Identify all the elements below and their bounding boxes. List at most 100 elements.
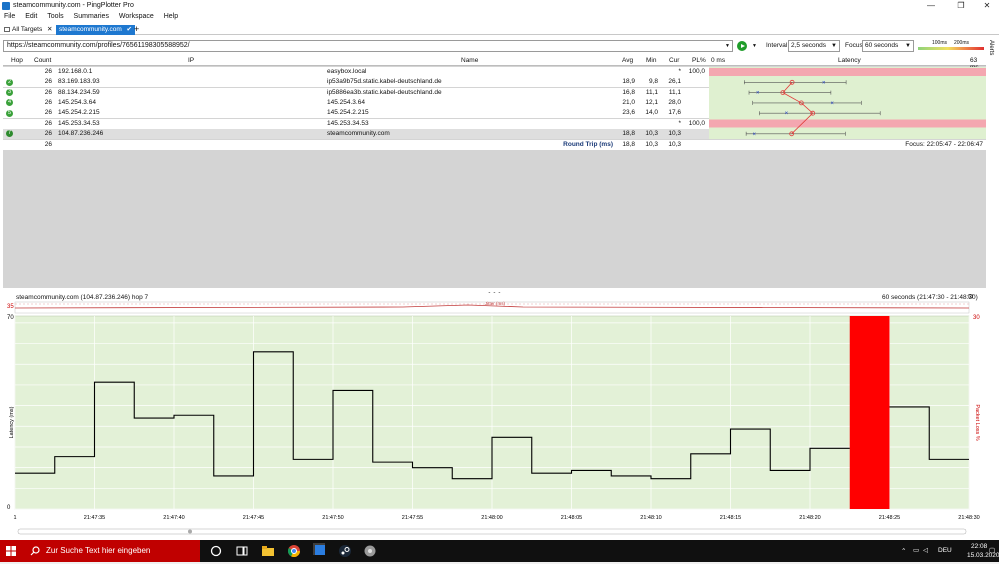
menu-file[interactable]: File xyxy=(4,13,15,20)
cell-avg: 23,6 xyxy=(622,109,635,117)
close-tab-icon[interactable]: ✕ xyxy=(47,26,52,33)
chevron-up-icon[interactable]: ⌃ xyxy=(901,547,911,555)
hop-badge: 3 xyxy=(6,89,13,97)
language-indicator[interactable]: DEU xyxy=(938,547,952,554)
taskbar-search[interactable]: Zur Suche Text hier eingeben xyxy=(22,540,200,562)
trace-row[interactable]: 4 26 145.254.3.64 145.254.3.64 21,0 12,1 28,0 xyxy=(3,97,709,108)
tab-all-targets[interactable]: All Targets ✕ xyxy=(1,25,56,35)
cell-avg: 18,8 xyxy=(622,129,635,137)
trace-row[interactable]: 26 192.168.0.1 easybox.local * 100,0 xyxy=(3,67,709,77)
cell-name: 145.253.34.53 xyxy=(327,119,369,127)
cell-ip: 104.87.236.246 xyxy=(58,129,104,137)
legend-100ms: 100ms xyxy=(932,40,948,46)
focus-select[interactable]: 60 seconds ▼ xyxy=(862,40,914,52)
volume-icon[interactable]: ◁ xyxy=(923,546,928,554)
start-button[interactable] xyxy=(0,540,22,562)
pingplotter-taskbar-icon[interactable] xyxy=(313,543,325,555)
col-name[interactable]: Name xyxy=(461,57,478,64)
cell-count: 26 xyxy=(44,98,52,106)
play-icon[interactable] xyxy=(737,41,747,51)
x-tick-label: 21:48:30 xyxy=(958,515,979,521)
add-tab-button[interactable]: + xyxy=(131,25,142,35)
col-ip[interactable]: IP xyxy=(188,57,194,64)
cell-min: 9,8 xyxy=(648,78,658,86)
cell-ip: 145.254.2.215 xyxy=(58,109,100,117)
cell-ip: 145.253.34.53 xyxy=(58,119,100,127)
maximize-button[interactable]: ❐ xyxy=(949,0,973,12)
summary-focus: Focus: 22:05:47 - 22:06:47 xyxy=(905,141,983,148)
network-icon[interactable]: ▭ xyxy=(913,546,919,554)
chevron-down-icon[interactable]: ▼ xyxy=(725,43,730,49)
current-marker: × xyxy=(830,101,834,107)
trace-row[interactable]: 7 26 104.87.236.246 steamcommunity.com 18,8 1… xyxy=(3,128,709,139)
col-hop[interactable]: Hop xyxy=(11,57,23,64)
trace-row[interactable]: 2 26 83.169.183.93 ip53a9b75d.static.kabel-… xyxy=(3,77,709,88)
trace-row[interactable]: 26 145.253.34.53 145.253.34.53 * 100,0 xyxy=(3,118,709,129)
menu-summaries[interactable]: Summaries xyxy=(74,13,109,20)
cell-count: 26 xyxy=(44,68,52,75)
x-tick-label: 21:48:00 xyxy=(481,515,502,521)
steam-icon[interactable] xyxy=(339,545,351,557)
cell-count: 26 xyxy=(44,88,52,96)
packet-loss-bar xyxy=(709,119,986,128)
cell-name: 145.254.3.64 xyxy=(327,98,365,106)
cell-pl: 100,0 xyxy=(688,68,705,75)
cell-name: steamcommunity.com xyxy=(327,129,390,137)
notification-icon[interactable]: ▢ xyxy=(989,546,995,554)
cortana-icon[interactable] xyxy=(210,545,222,557)
cell-ip: 88.134.234.59 xyxy=(58,88,100,96)
alerts-sidebar[interactable]: Alerts xyxy=(986,36,999,536)
close-button[interactable]: ✕ xyxy=(975,0,999,12)
col-cur[interactable]: Cur xyxy=(669,57,679,64)
clock-time[interactable]: 22:08 xyxy=(971,543,987,550)
play-dropdown-icon[interactable]: ▼ xyxy=(752,43,757,49)
cell-min: 12,1 xyxy=(645,98,658,106)
round-trip-summary: 26 Round Trip (ms) 18,8 10,3 10,3 Focus:… xyxy=(3,140,986,150)
target-url-input[interactable]: https://steamcommunity.com/profiles/7656… xyxy=(3,40,733,52)
cell-name: ip5886ea3b.static.kabel-deutschland.de xyxy=(327,88,442,96)
current-marker: × xyxy=(822,80,826,86)
x-tick-label: 21:47:55 xyxy=(402,515,423,521)
col-avg[interactable]: Avg xyxy=(622,57,633,64)
interval-select[interactable]: 2,5 seconds ▼ xyxy=(788,40,840,52)
file-explorer-icon[interactable] xyxy=(262,545,274,557)
y-axis-max-label: 70 xyxy=(7,315,14,321)
trace-row[interactable]: 5 26 145.254.2.215 145.254.2.215 23,6 14,0 17,… xyxy=(3,108,709,119)
task-view-icon[interactable] xyxy=(236,545,248,557)
list-icon xyxy=(4,27,10,32)
window-title: steamcommunity.com - PingPlotter Pro xyxy=(13,2,134,9)
chrome-icon[interactable] xyxy=(288,545,300,557)
col-pl[interactable]: PL% xyxy=(692,57,706,64)
focus-label: Focus xyxy=(845,42,863,49)
target-toolbar: https://steamcommunity.com/profiles/7656… xyxy=(0,38,999,54)
app-icon[interactable] xyxy=(364,545,376,557)
pingplotter-app-icon xyxy=(2,2,10,10)
menu-edit[interactable]: Edit xyxy=(25,13,37,20)
cell-avg: 18,9 xyxy=(622,78,635,86)
tab-steamcommunity[interactable]: steamcommunity.com ✔ xyxy=(56,25,135,35)
col-min[interactable]: Min xyxy=(646,57,656,64)
menu-help[interactable]: Help xyxy=(164,13,178,20)
jitter-label: Jitter (ms) xyxy=(485,301,505,306)
cell-count: 26 xyxy=(44,129,52,137)
windows-logo-icon xyxy=(6,546,16,556)
summary-avg: 18,8 xyxy=(622,141,635,148)
menu-tools[interactable]: Tools xyxy=(47,13,63,20)
hop-badge: 4 xyxy=(6,99,13,107)
summary-min: 10,3 xyxy=(645,141,658,148)
cell-cur: 28,0 xyxy=(668,98,681,106)
cell-avg: 16,8 xyxy=(622,88,635,96)
col-count[interactable]: Count xyxy=(34,57,51,64)
cell-cur: * xyxy=(678,119,681,127)
trace-row[interactable]: 3 26 88.134.234.59 ip5886ea3b.static.kabel-… xyxy=(3,87,709,98)
x-tick-label: 21:47:35 xyxy=(84,515,105,521)
minimize-button[interactable]: — xyxy=(919,0,943,12)
cell-ip: 145.254.3.64 xyxy=(58,98,96,106)
menu-workspace[interactable]: Workspace xyxy=(119,13,154,20)
tab-bar: All Targets ✕ steamcommunity.com ✔ + xyxy=(0,24,999,35)
x-tick-label: 21:48:20 xyxy=(799,515,820,521)
col-latency[interactable]: Latency xyxy=(838,57,861,64)
y-axis-label: Latency (ms) xyxy=(9,406,15,438)
cell-name: ip53a9b75d.static.kabel-deutschland.de xyxy=(327,78,442,86)
packet-loss-max-label: 30 xyxy=(973,315,980,321)
